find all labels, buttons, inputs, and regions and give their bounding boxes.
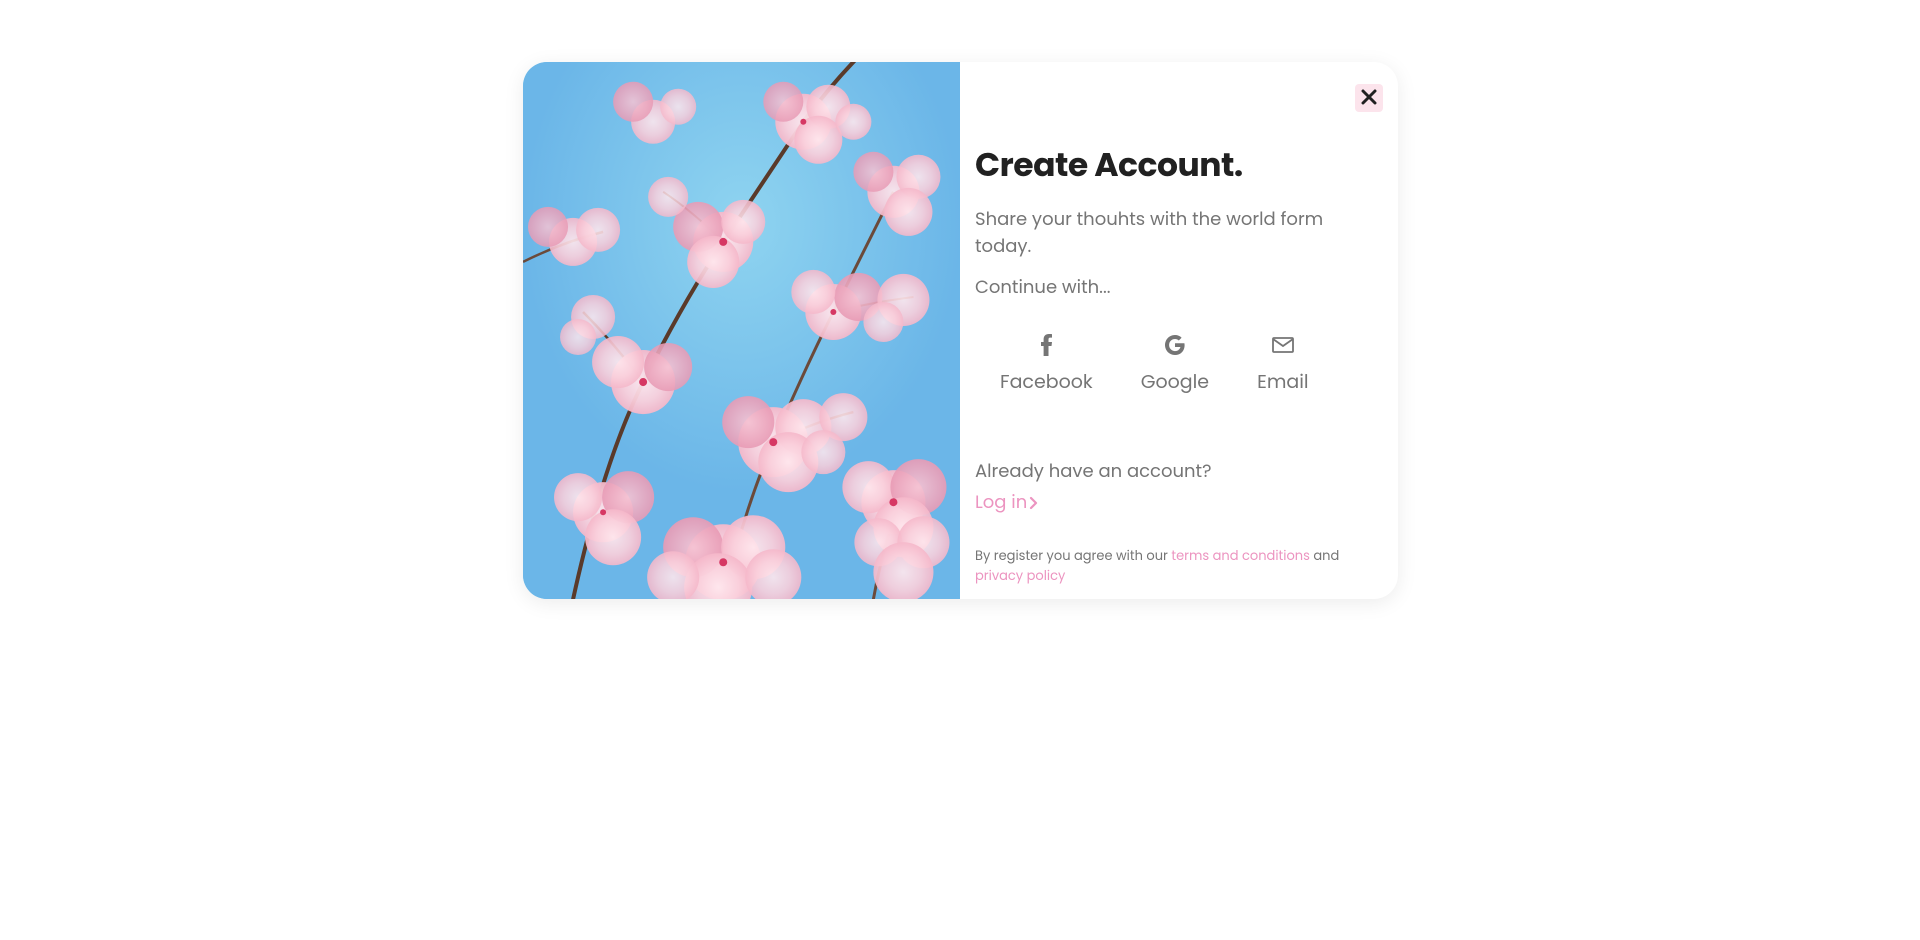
login-link[interactable]: Log in bbox=[975, 489, 1039, 516]
google-icon bbox=[1165, 333, 1185, 357]
facebook-label: Facebook bbox=[1000, 367, 1093, 396]
terms-text: By register you agree with our terms and… bbox=[975, 546, 1383, 585]
close-button[interactable] bbox=[1355, 84, 1383, 112]
close-icon bbox=[1361, 83, 1377, 113]
google-label: Google bbox=[1141, 367, 1209, 396]
page-title: Create Account. bbox=[975, 140, 1383, 190]
card-content-panel: Create Account. Share your thouhts with … bbox=[960, 62, 1398, 599]
terms-connector: and bbox=[1310, 546, 1339, 565]
envelope-icon bbox=[1272, 333, 1294, 357]
subtitle-text: Share your thouhts with the world form t… bbox=[975, 206, 1383, 260]
email-label: Email bbox=[1257, 367, 1309, 396]
email-button[interactable]: Email bbox=[1257, 333, 1309, 396]
terms-conditions-link[interactable]: terms and conditions bbox=[1171, 546, 1310, 565]
social-buttons-row: Facebook Google Email bbox=[975, 333, 1383, 396]
facebook-icon bbox=[1041, 333, 1052, 357]
facebook-button[interactable]: Facebook bbox=[1000, 333, 1093, 396]
continue-label: Continue with... bbox=[975, 274, 1383, 301]
login-link-text: Log in bbox=[975, 489, 1027, 516]
card-image-panel bbox=[523, 62, 961, 599]
terms-prefix: By register you agree with our bbox=[975, 546, 1171, 565]
chevron-right-icon bbox=[1029, 496, 1039, 510]
signup-card: Create Account. Share your thouhts with … bbox=[523, 62, 1398, 599]
already-account-text: Already have an account? bbox=[975, 458, 1383, 485]
google-button[interactable]: Google bbox=[1141, 333, 1209, 396]
privacy-policy-link[interactable]: privacy policy bbox=[975, 566, 1065, 585]
